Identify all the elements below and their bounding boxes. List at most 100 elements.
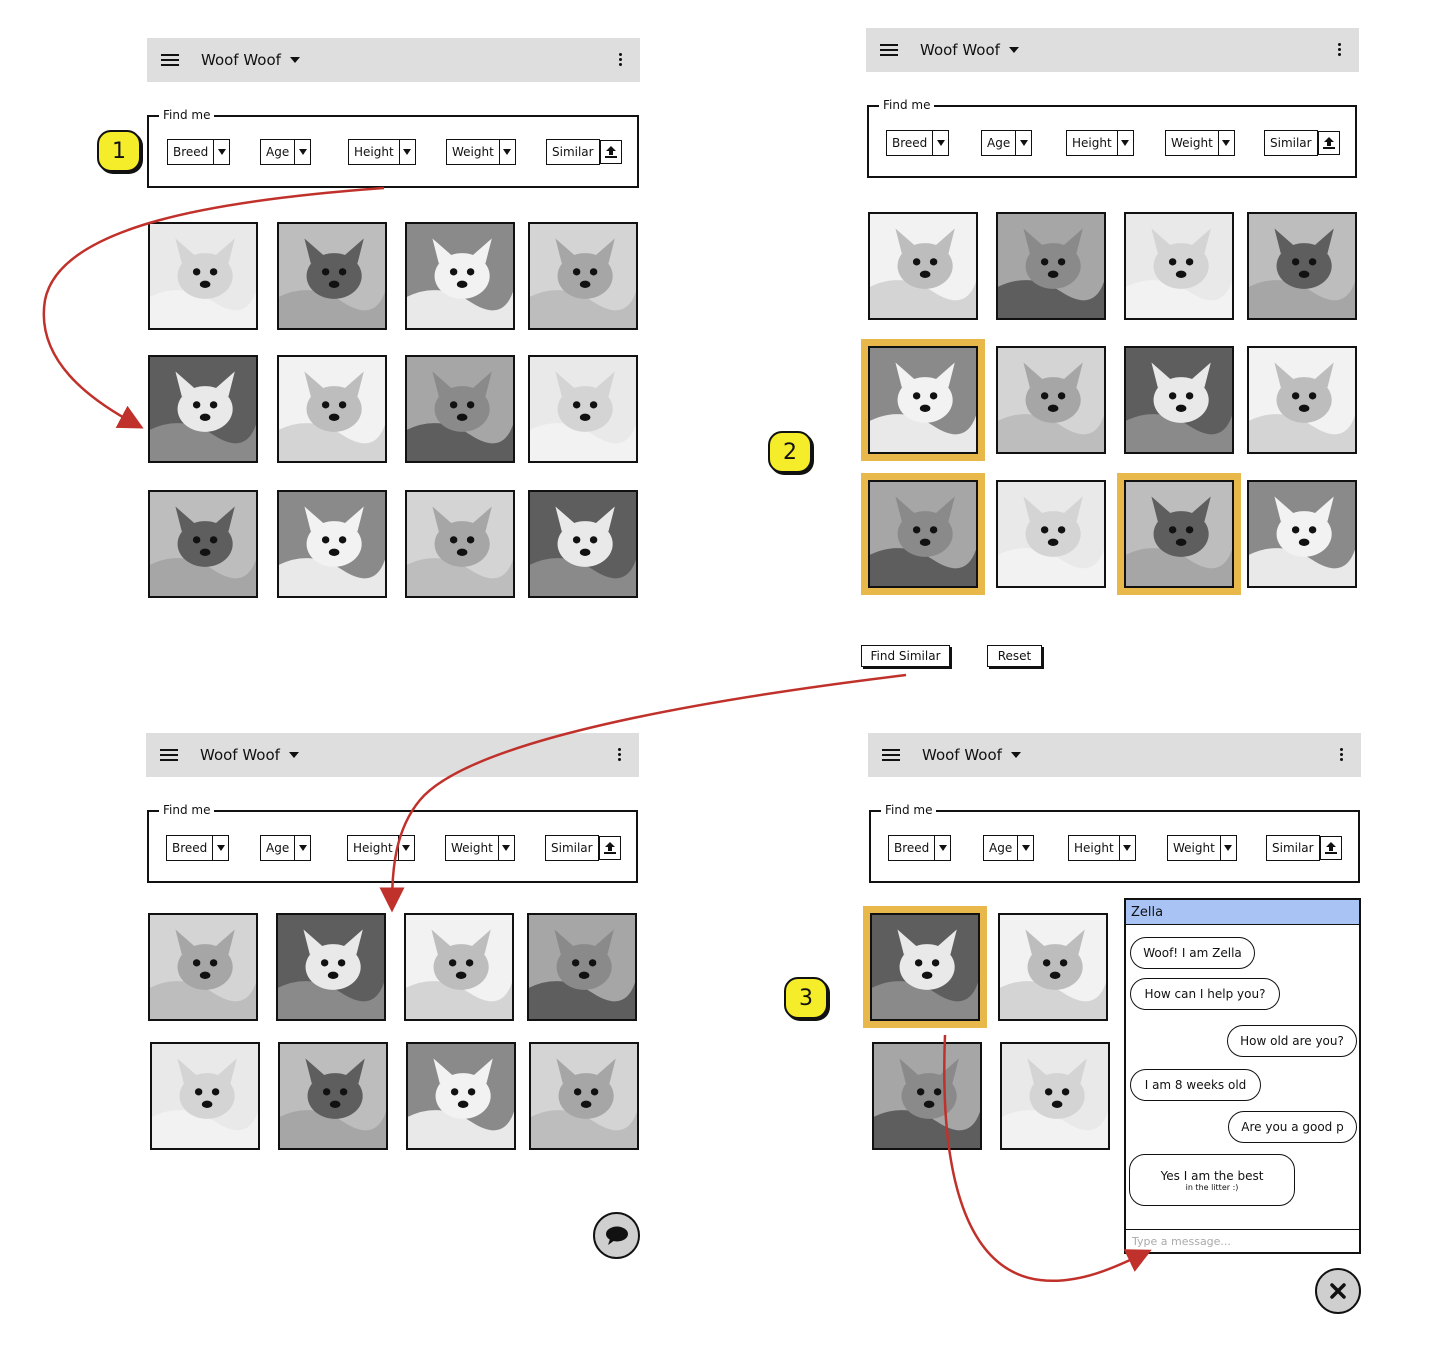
similar-button[interactable]: Similar bbox=[1264, 130, 1318, 156]
dog-photo[interactable] bbox=[998, 913, 1108, 1021]
caret-down-icon[interactable] bbox=[288, 752, 299, 758]
caret-down-icon bbox=[1118, 836, 1135, 860]
dog-photo[interactable] bbox=[996, 480, 1106, 588]
age-dropdown[interactable]: Age bbox=[981, 130, 1033, 156]
dog-photo-selected[interactable] bbox=[861, 473, 985, 595]
chat-message: I am 8 weeks old bbox=[1130, 1069, 1261, 1101]
app-toolbar: Woof Woof bbox=[866, 28, 1359, 72]
height-dropdown[interactable]: Height bbox=[1066, 130, 1134, 156]
dog-photo[interactable] bbox=[148, 355, 258, 463]
find-me-panel: Find me Breed Age Height Weight Similar bbox=[147, 803, 638, 883]
caret-down-icon bbox=[1017, 836, 1033, 860]
dog-photo[interactable] bbox=[529, 1042, 639, 1150]
caret-down-icon bbox=[932, 131, 948, 155]
app-toolbar: Woof Woof bbox=[146, 733, 639, 777]
dog-photo[interactable] bbox=[1247, 212, 1357, 320]
reset-button[interactable]: Reset bbox=[987, 645, 1042, 667]
find-similar-button[interactable]: Find Similar bbox=[861, 645, 950, 667]
upload-icon[interactable] bbox=[1320, 836, 1342, 860]
dog-photo[interactable] bbox=[528, 222, 638, 330]
dog-photo[interactable] bbox=[527, 913, 637, 1021]
app-toolbar: Woof Woof bbox=[147, 38, 640, 82]
hamburger-menu-icon[interactable] bbox=[882, 749, 900, 761]
similar-button[interactable]: Similar bbox=[546, 139, 600, 165]
hamburger-menu-icon[interactable] bbox=[160, 749, 178, 761]
find-me-legend: Find me bbox=[881, 803, 937, 817]
breed-dropdown[interactable]: Breed bbox=[166, 835, 230, 861]
dog-photo[interactable] bbox=[996, 212, 1106, 320]
breed-dropdown[interactable]: Breed bbox=[888, 835, 952, 861]
height-dropdown[interactable]: Height bbox=[347, 835, 415, 861]
dog-photo[interactable] bbox=[277, 490, 387, 598]
caret-down-icon[interactable] bbox=[1008, 47, 1019, 53]
dog-photo[interactable] bbox=[1124, 346, 1234, 454]
caret-down-icon bbox=[398, 140, 415, 164]
kebab-more-icon[interactable] bbox=[619, 53, 622, 66]
dog-photo[interactable] bbox=[278, 1042, 388, 1150]
kebab-more-icon[interactable] bbox=[1338, 43, 1341, 56]
age-dropdown[interactable]: Age bbox=[983, 835, 1035, 861]
age-dropdown[interactable]: Age bbox=[260, 835, 312, 861]
find-me-legend: Find me bbox=[159, 108, 215, 122]
upload-icon[interactable] bbox=[600, 140, 622, 164]
dog-photo[interactable] bbox=[1000, 1042, 1110, 1150]
dog-photo[interactable] bbox=[276, 913, 386, 1021]
app-title[interactable]: Woof Woof bbox=[920, 41, 1000, 59]
similar-button[interactable]: Similar bbox=[1266, 835, 1320, 861]
caret-down-icon bbox=[212, 836, 228, 860]
height-dropdown[interactable]: Height bbox=[348, 139, 416, 165]
dog-photo[interactable] bbox=[996, 346, 1106, 454]
dog-photo[interactable] bbox=[405, 355, 515, 463]
dog-photo[interactable] bbox=[1247, 480, 1357, 588]
dog-photo[interactable] bbox=[277, 355, 387, 463]
app-title[interactable]: Woof Woof bbox=[200, 746, 280, 764]
kebab-more-icon[interactable] bbox=[618, 748, 621, 761]
weight-dropdown[interactable]: Weight bbox=[1165, 130, 1235, 156]
caret-down-icon[interactable] bbox=[289, 57, 300, 63]
chat-message-input[interactable]: Type a message... bbox=[1126, 1229, 1359, 1252]
app-title[interactable]: Woof Woof bbox=[201, 51, 281, 69]
breed-dropdown[interactable]: Breed bbox=[167, 139, 231, 165]
caret-down-icon bbox=[1217, 131, 1234, 155]
upload-icon[interactable] bbox=[599, 836, 621, 860]
weight-dropdown[interactable]: Weight bbox=[446, 139, 516, 165]
find-me-legend: Find me bbox=[159, 803, 215, 817]
dog-photo-selected[interactable] bbox=[1117, 473, 1241, 595]
height-dropdown[interactable]: Height bbox=[1068, 835, 1136, 861]
dog-photo[interactable] bbox=[528, 355, 638, 463]
weight-dropdown[interactable]: Weight bbox=[1167, 835, 1237, 861]
caret-down-icon[interactable] bbox=[1010, 752, 1021, 758]
upload-icon[interactable] bbox=[1318, 131, 1340, 155]
dog-photo[interactable] bbox=[148, 913, 258, 1021]
similar-button[interactable]: Similar bbox=[545, 835, 599, 861]
dog-photo[interactable] bbox=[406, 1042, 516, 1150]
hamburger-menu-icon[interactable] bbox=[161, 54, 179, 66]
breed-dropdown[interactable]: Breed bbox=[886, 130, 950, 156]
kebab-more-icon[interactable] bbox=[1340, 748, 1343, 761]
dog-photo[interactable] bbox=[868, 212, 978, 320]
dog-photo[interactable] bbox=[277, 222, 387, 330]
dog-photo[interactable] bbox=[148, 490, 258, 598]
weight-dropdown[interactable]: Weight bbox=[445, 835, 515, 861]
caret-down-icon bbox=[397, 836, 414, 860]
chat-bubble-icon[interactable] bbox=[593, 1212, 640, 1259]
chat-header: Zella bbox=[1126, 900, 1359, 925]
dog-photo[interactable] bbox=[150, 1042, 260, 1150]
dog-photo-selected[interactable] bbox=[863, 906, 987, 1028]
dog-photo[interactable] bbox=[528, 490, 638, 598]
app-title[interactable]: Woof Woof bbox=[922, 746, 1002, 764]
age-dropdown[interactable]: Age bbox=[260, 139, 312, 165]
dog-photo[interactable] bbox=[148, 222, 258, 330]
dog-photo-selected[interactable] bbox=[861, 339, 985, 461]
close-x-icon[interactable] bbox=[1315, 1268, 1361, 1314]
chat-message-text: Yes I am the best bbox=[1160, 1168, 1264, 1183]
caret-down-icon bbox=[934, 836, 950, 860]
dog-photo[interactable] bbox=[405, 222, 515, 330]
caret-down-icon bbox=[1015, 131, 1031, 155]
dog-photo[interactable] bbox=[872, 1042, 982, 1150]
dog-photo[interactable] bbox=[1124, 212, 1234, 320]
dog-photo[interactable] bbox=[404, 913, 514, 1021]
hamburger-menu-icon[interactable] bbox=[880, 44, 898, 56]
dog-photo[interactable] bbox=[1247, 346, 1357, 454]
dog-photo[interactable] bbox=[405, 490, 515, 598]
